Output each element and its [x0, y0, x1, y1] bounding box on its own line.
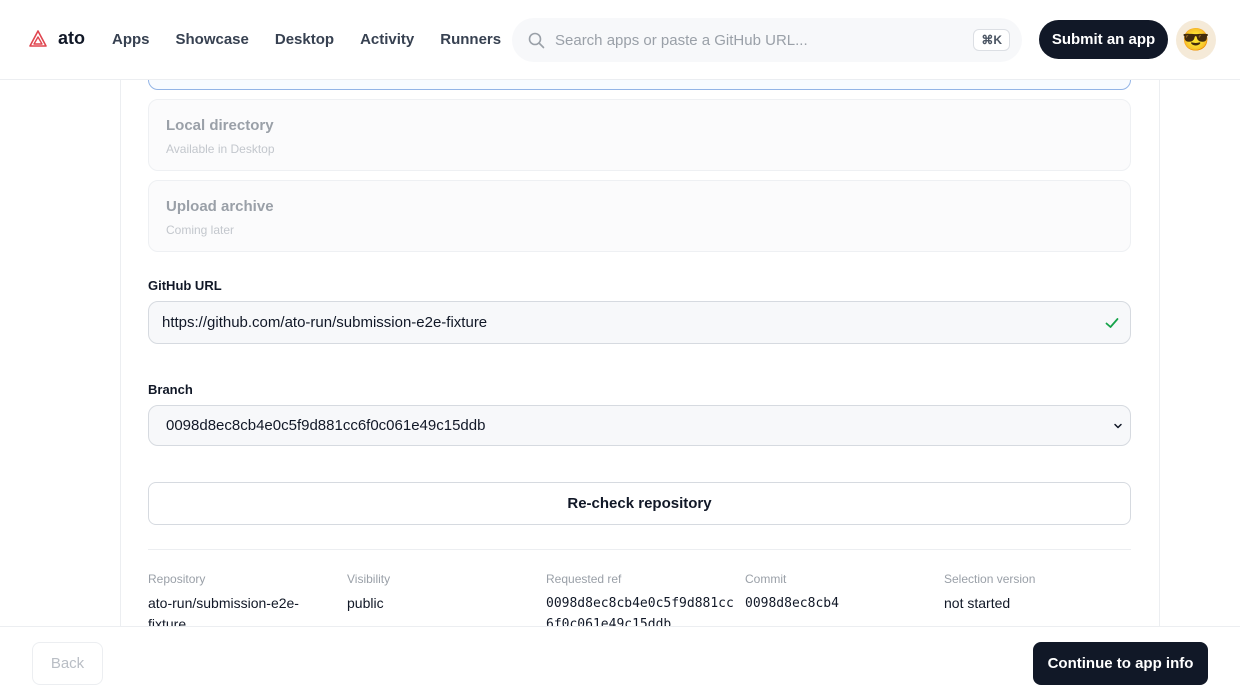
- meta-value: not started: [944, 595, 1011, 611]
- source-option-local-directory: Local directory Available in Desktop: [148, 99, 1131, 171]
- meta-value: 0098d8ec8cb4: [745, 596, 839, 611]
- recheck-repository-button[interactable]: Re-check repository: [148, 482, 1131, 525]
- meta-key: Repository: [148, 572, 206, 586]
- search-input[interactable]: [555, 31, 955, 49]
- divider: [148, 549, 1131, 550]
- check-icon: [1105, 318, 1119, 328]
- chevron-down-icon: [1114, 423, 1122, 429]
- github-url-input[interactable]: https://github.com/ato-run/submission-e2…: [148, 301, 1131, 344]
- avatar[interactable]: 😎: [1176, 20, 1216, 60]
- top-navbar: ato Apps Showcase Desktop Activity Runne…: [0, 0, 1240, 80]
- ato-logo-icon: [29, 29, 47, 47]
- continue-button[interactable]: Continue to app info: [1033, 642, 1208, 685]
- nav-desktop[interactable]: Desktop: [275, 31, 334, 48]
- option-title: Upload archive: [166, 198, 274, 215]
- branch-label: Branch: [148, 382, 193, 397]
- nav-activity[interactable]: Activity: [360, 31, 414, 48]
- nav-showcase[interactable]: Showcase: [176, 31, 249, 48]
- meta-value: public: [347, 595, 384, 611]
- meta-key: Selection version: [944, 572, 1036, 586]
- meta-selection-version: Selection version not started: [944, 572, 1129, 614]
- meta-commit: Commit 0098d8ec8cb4: [745, 572, 930, 614]
- meta-key: Requested ref: [546, 572, 622, 586]
- option-title: Local directory: [166, 117, 274, 134]
- option-subtitle: Available in Desktop: [166, 142, 275, 156]
- github-url-value: https://github.com/ato-run/submission-e2…: [162, 314, 488, 331]
- main-nav: Apps Showcase Desktop Activity Runners: [112, 31, 501, 48]
- search-bar[interactable]: ⌘K: [512, 18, 1022, 62]
- nav-apps[interactable]: Apps: [112, 31, 150, 48]
- submit-app-button[interactable]: Submit an app: [1039, 20, 1168, 59]
- brand-name: ato: [58, 28, 85, 48]
- meta-visibility: Visibility public: [347, 572, 532, 614]
- back-button[interactable]: Back: [32, 642, 103, 685]
- search-icon: [528, 32, 545, 48]
- meta-key: Visibility: [347, 572, 391, 586]
- search-shortcut-badge: ⌘K: [973, 29, 1010, 51]
- logo[interactable]: ato: [28, 28, 85, 49]
- footer-action-bar: Back Continue to app info: [0, 626, 1240, 698]
- nav-runners[interactable]: Runners: [440, 31, 501, 48]
- branch-select[interactable]: 0098d8ec8cb4e0c5f9d881cc6f0c061e49c15ddb: [148, 405, 1131, 446]
- github-url-label: GitHub URL: [148, 278, 222, 293]
- source-option-upload-archive: Upload archive Coming later: [148, 180, 1131, 252]
- meta-key: Commit: [745, 572, 787, 586]
- option-subtitle: Coming later: [166, 223, 235, 237]
- branch-value: 0098d8ec8cb4e0c5f9d881cc6f0c061e49c15ddb: [166, 417, 486, 434]
